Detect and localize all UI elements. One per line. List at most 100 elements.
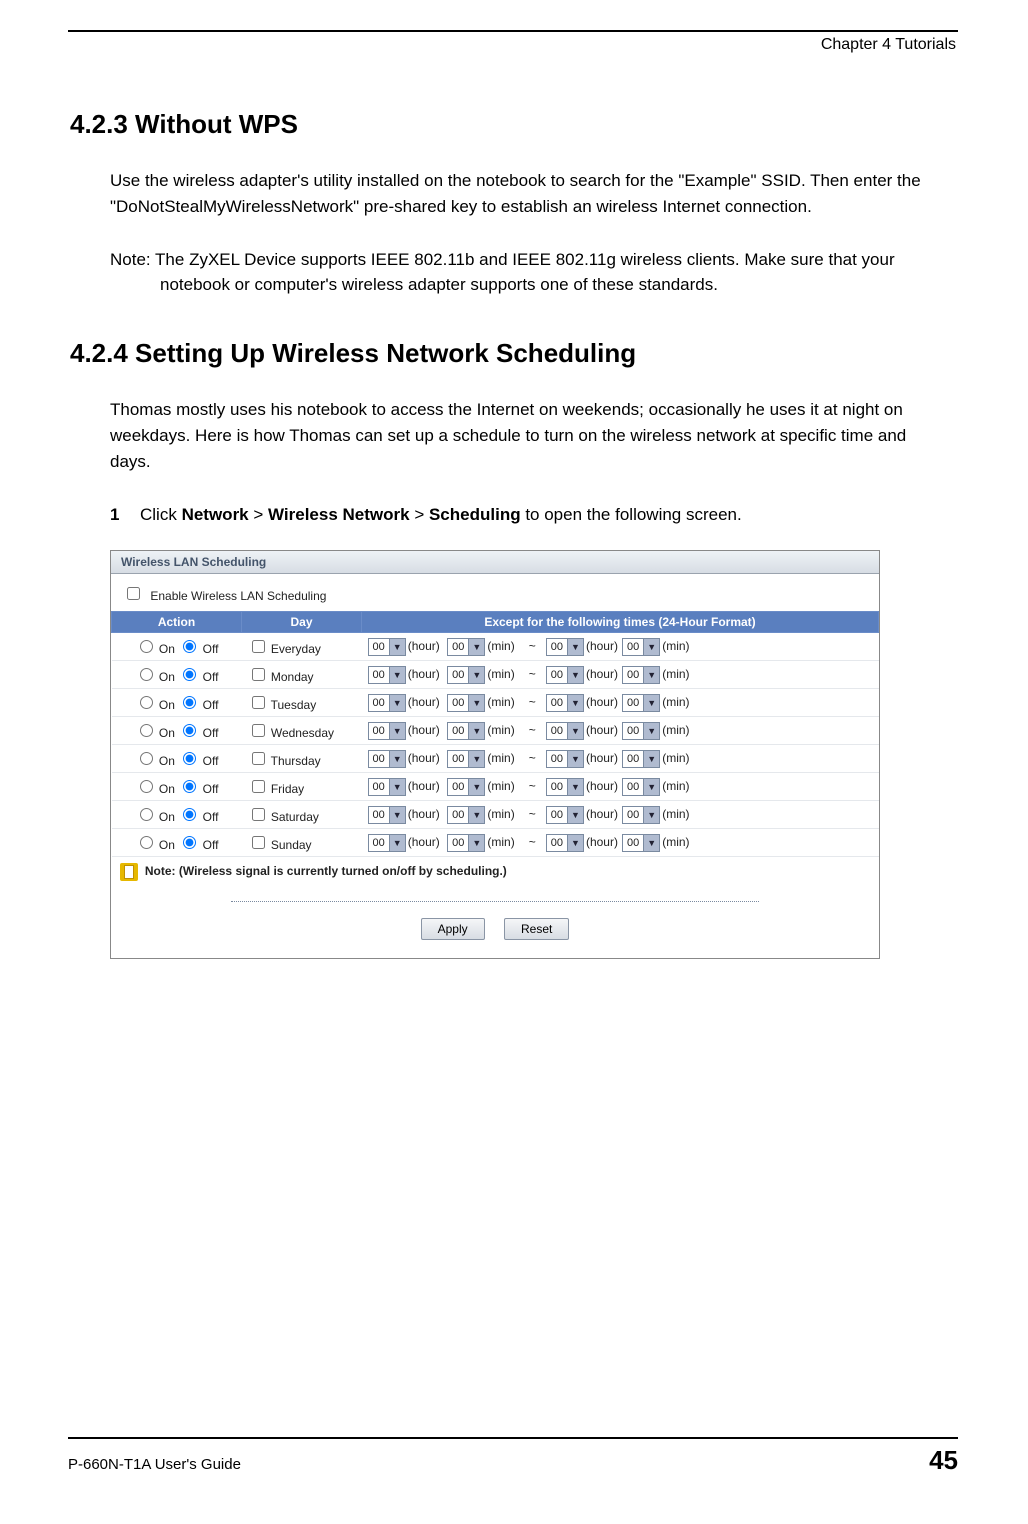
- off-label: Off: [203, 698, 219, 712]
- chevron-down-icon: ▼: [389, 667, 405, 683]
- day-checkbox[interactable]: [252, 668, 265, 681]
- action-off-radio[interactable]: [183, 808, 196, 821]
- body-423: Use the wireless adapter's utility insta…: [110, 168, 928, 221]
- table-row: On Off Sunday00▼(hour) 00▼(min)~00▼(hour…: [112, 829, 879, 857]
- day-checkbox[interactable]: [252, 752, 265, 765]
- time-select[interactable]: 00▼: [447, 666, 485, 684]
- time-select[interactable]: 00▼: [622, 694, 660, 712]
- time-select[interactable]: 00▼: [447, 750, 485, 768]
- time-select[interactable]: 00▼: [546, 750, 584, 768]
- action-off-radio[interactable]: [183, 780, 196, 793]
- off-label: Off: [203, 754, 219, 768]
- time-select[interactable]: 00▼: [546, 778, 584, 796]
- enable-scheduling-checkbox[interactable]: [127, 587, 140, 600]
- body-424: Thomas mostly uses his notebook to acces…: [110, 397, 928, 476]
- action-off-radio[interactable]: [183, 836, 196, 849]
- chevron-down-icon: ▼: [643, 779, 659, 795]
- apply-button[interactable]: Apply: [421, 918, 485, 940]
- time-select[interactable]: 00▼: [368, 750, 406, 768]
- action-on-radio[interactable]: [140, 808, 153, 821]
- day-label: Monday: [271, 670, 314, 684]
- chevron-down-icon: ▼: [468, 667, 484, 683]
- th-times: Except for the following times (24-Hour …: [362, 612, 879, 633]
- time-select[interactable]: 00▼: [622, 750, 660, 768]
- day-checkbox[interactable]: [252, 696, 265, 709]
- time-select[interactable]: 00▼: [622, 666, 660, 684]
- on-label: On: [159, 726, 175, 740]
- time-select[interactable]: 00▼: [622, 722, 660, 740]
- action-on-radio[interactable]: [140, 640, 153, 653]
- time-select[interactable]: 00▼: [622, 638, 660, 656]
- time-select[interactable]: 00▼: [447, 638, 485, 656]
- day-checkbox[interactable]: [252, 724, 265, 737]
- time-select[interactable]: 00▼: [368, 722, 406, 740]
- time-select[interactable]: 00▼: [368, 834, 406, 852]
- time-select[interactable]: 00▼: [546, 834, 584, 852]
- chevron-down-icon: ▼: [643, 723, 659, 739]
- time-select[interactable]: 00▼: [368, 806, 406, 824]
- chevron-down-icon: ▼: [643, 835, 659, 851]
- action-on-radio[interactable]: [140, 668, 153, 681]
- reset-button[interactable]: Reset: [504, 918, 569, 940]
- time-select[interactable]: 00▼: [368, 694, 406, 712]
- chevron-down-icon: ▼: [389, 779, 405, 795]
- day-label: Thursday: [271, 754, 321, 768]
- chevron-down-icon: ▼: [567, 835, 583, 851]
- day-label: Tuesday: [271, 698, 317, 712]
- chevron-down-icon: ▼: [567, 751, 583, 767]
- time-select[interactable]: 00▼: [546, 722, 584, 740]
- table-row: On Off Tuesday00▼(hour) 00▼(min)~00▼(hou…: [112, 689, 879, 717]
- action-off-radio[interactable]: [183, 724, 196, 737]
- chevron-down-icon: ▼: [389, 751, 405, 767]
- day-label: Sunday: [271, 838, 312, 852]
- action-off-radio[interactable]: [183, 752, 196, 765]
- time-select[interactable]: 00▼: [447, 834, 485, 852]
- on-label: On: [159, 642, 175, 656]
- chevron-down-icon: ▼: [567, 667, 583, 683]
- action-off-radio[interactable]: [183, 640, 196, 653]
- time-select[interactable]: 00▼: [447, 778, 485, 796]
- enable-scheduling-label: Enable Wireless LAN Scheduling: [150, 589, 326, 603]
- day-checkbox[interactable]: [252, 836, 265, 849]
- action-on-radio[interactable]: [140, 696, 153, 709]
- time-select[interactable]: 00▼: [447, 722, 485, 740]
- day-checkbox[interactable]: [252, 780, 265, 793]
- time-select[interactable]: 00▼: [622, 806, 660, 824]
- day-label: Friday: [271, 782, 304, 796]
- chevron-down-icon: ▼: [389, 807, 405, 823]
- day-checkbox[interactable]: [252, 640, 265, 653]
- time-select[interactable]: 00▼: [546, 694, 584, 712]
- chevron-down-icon: ▼: [567, 807, 583, 823]
- time-select[interactable]: 00▼: [447, 694, 485, 712]
- day-label: Saturday: [271, 810, 319, 824]
- time-select[interactable]: 00▼: [622, 778, 660, 796]
- time-select[interactable]: 00▼: [368, 638, 406, 656]
- action-on-radio[interactable]: [140, 752, 153, 765]
- action-off-radio[interactable]: [183, 668, 196, 681]
- time-select[interactable]: 00▼: [546, 806, 584, 824]
- action-off-radio[interactable]: [183, 696, 196, 709]
- chevron-down-icon: ▼: [567, 695, 583, 711]
- note-label: Note:: [145, 864, 176, 878]
- table-row: On Off Wednesday00▼(hour) 00▼(min)~00▼(h…: [112, 717, 879, 745]
- table-row: On Off Friday00▼(hour) 00▼(min)~00▼(hour…: [112, 773, 879, 801]
- panel-title: Wireless LAN Scheduling: [111, 551, 879, 574]
- time-select[interactable]: 00▼: [368, 666, 406, 684]
- chevron-down-icon: ▼: [389, 695, 405, 711]
- time-select[interactable]: 00▼: [447, 806, 485, 824]
- off-label: Off: [203, 670, 219, 684]
- note-text: (Wireless signal is currently turned on/…: [179, 864, 507, 878]
- step-1: 1Click Network > Wireless Network > Sche…: [110, 502, 938, 528]
- time-select[interactable]: 00▼: [546, 638, 584, 656]
- time-select[interactable]: 00▼: [622, 834, 660, 852]
- time-select[interactable]: 00▼: [368, 778, 406, 796]
- action-on-radio[interactable]: [140, 836, 153, 849]
- off-label: Off: [203, 782, 219, 796]
- action-on-radio[interactable]: [140, 780, 153, 793]
- action-on-radio[interactable]: [140, 724, 153, 737]
- time-select[interactable]: 00▼: [546, 666, 584, 684]
- chevron-down-icon: ▼: [389, 723, 405, 739]
- off-label: Off: [203, 726, 219, 740]
- chevron-down-icon: ▼: [567, 723, 583, 739]
- day-checkbox[interactable]: [252, 808, 265, 821]
